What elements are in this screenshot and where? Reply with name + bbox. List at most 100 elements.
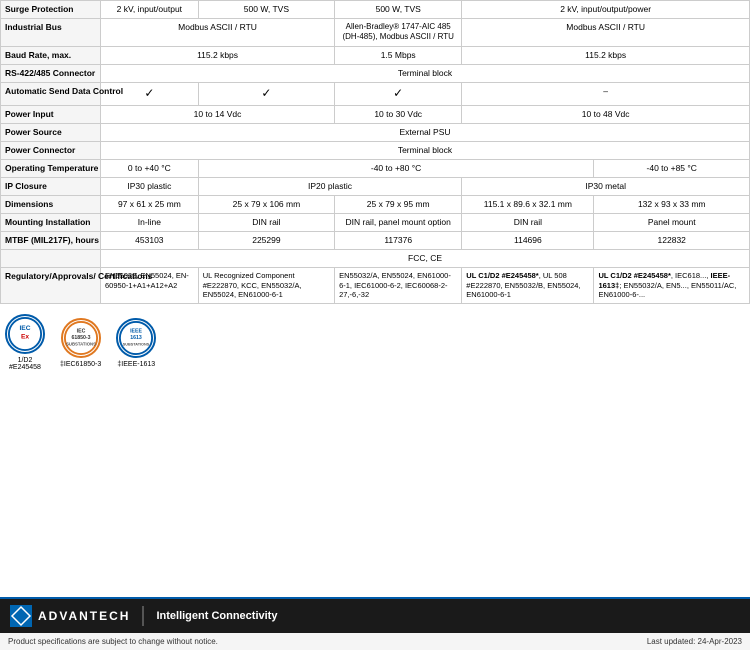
spec-table: Surge Protection 2 kV, input/output 500 … (0, 0, 750, 304)
row-label: Regulatory/Approvals/ Certifications (1, 267, 101, 303)
row-label (1, 249, 101, 267)
cell-value: 114696 (462, 231, 594, 249)
cell-value: DIN rail, panel mount option (335, 213, 462, 231)
cell-value: 10 to 48 Vdc (462, 105, 750, 123)
svg-text:IEC: IEC (19, 325, 30, 332)
row-label: Industrial Bus (1, 19, 101, 47)
table-row: Automatic Send Data Control ✓ ✓ ✓ – (1, 82, 750, 105)
ieee1613-label: ‡IEEE-1613 (117, 361, 155, 368)
cell-value: In-line (101, 213, 199, 231)
cell-value: 10 to 14 Vdc (101, 105, 335, 123)
cell-value: 225299 (198, 231, 334, 249)
row-label: MTBF (MIL217F), hours (1, 231, 101, 249)
table-row: Regulatory/Approvals/ Certifications EN5… (1, 267, 750, 303)
row-label: Operating Temperature (1, 159, 101, 177)
row-label: Dimensions (1, 195, 101, 213)
cell-value: 500 W, TVS (198, 1, 334, 19)
cell-value: External PSU (101, 123, 750, 141)
footer-updated: Last updated: 24-Apr-2023 (647, 637, 742, 646)
cell-value: Terminal block (101, 64, 750, 82)
cell-value: 453103 (101, 231, 199, 249)
logo-iecex: IEC Ex 1/D2#E245458 (5, 314, 45, 371)
cell-value: DIN rail (198, 213, 334, 231)
cell-value: 0 to +40 °C (101, 159, 199, 177)
table-row: FCC, CE (1, 249, 750, 267)
table-row: RS-422/485 Connector Terminal block (1, 64, 750, 82)
cell-value: EN55032/A, EN55024, EN61000-6-1, IEC6100… (335, 267, 462, 303)
table-row: Power Input 10 to 14 Vdc 10 to 30 Vdc 10… (1, 105, 750, 123)
svg-text:Ex: Ex (21, 334, 29, 341)
table-row: Dimensions 97 x 61 x 25 mm 25 x 79 x 106… (1, 195, 750, 213)
ieee1613-logo-circle: IEEE 1613 SUBSTATIONS (116, 318, 156, 358)
logos-section: IEC Ex 1/D2#E245458 IEC 61850-3 SUBSTATI… (0, 304, 750, 381)
cell-value: 97 x 61 x 25 mm (101, 195, 199, 213)
table-row: Power Source External PSU (1, 123, 750, 141)
cell-value: UL C1/D2 #E245458*, UL 508 #E222870, EN5… (462, 267, 594, 303)
cell-value: 115.1 x 89.6 x 32.1 mm (462, 195, 594, 213)
cell-value: Modbus ASCII / RTU (462, 19, 750, 47)
logo-iec61850: IEC 61850-3 SUBSTATIONS ‡IEC61850-3 (60, 318, 101, 368)
cell-value: UL Recognized Component #E222870, KCC, E… (198, 267, 334, 303)
table-row: IP Closure IP30 plastic IP20 plastic IP3… (1, 177, 750, 195)
row-label: Power Input (1, 105, 101, 123)
cell-value: 117376 (335, 231, 462, 249)
cell-value: -40 to +80 °C (198, 159, 594, 177)
main-content: Surge Protection 2 kV, input/output 500 … (0, 0, 750, 381)
cell-value: -40 to +85 °C (594, 159, 750, 177)
cell-value: IP20 plastic (198, 177, 462, 195)
advantech-logo: ADVANTECH (10, 605, 130, 627)
cell-value: 25 x 79 x 106 mm (198, 195, 334, 213)
row-label: Power Connector (1, 141, 101, 159)
iecex-label: 1/D2#E245458 (9, 357, 41, 371)
cell-value: Terminal block (101, 141, 750, 159)
svg-text:61850-3: 61850-3 (71, 335, 90, 341)
table-row: Operating Temperature 0 to +40 °C -40 to… (1, 159, 750, 177)
cell-value: ✓ (198, 82, 334, 105)
row-label: Mounting Installation (1, 213, 101, 231)
spec-table-container: Surge Protection 2 kV, input/output 500 … (0, 0, 750, 304)
cell-value: 2 kV, input/output (101, 1, 199, 19)
table-row: Surge Protection 2 kV, input/output 500 … (1, 1, 750, 19)
cell-value: – (462, 82, 750, 105)
iec61850-label: ‡IEC61850-3 (60, 361, 101, 368)
brand-name: ADVANTECH (38, 609, 130, 623)
logo-ieee1613: IEEE 1613 SUBSTATIONS ‡IEEE-1613 (116, 318, 156, 368)
svg-text:IEC: IEC (76, 328, 85, 334)
table-row: Baud Rate, max. 115.2 kbps 1.5 Mbps 115.… (1, 46, 750, 64)
footer-disclaimer: Product specifications are subject to ch… (8, 637, 218, 646)
footer-tagline: Intelligent Connectivity (156, 610, 277, 622)
cell-value: 2 kV, input/output/power (462, 1, 750, 19)
cell-value: UL C1/D2 #E245458*, IEC618..., IEEE-1613… (594, 267, 750, 303)
cell-value: IP30 plastic (101, 177, 199, 195)
table-row: Mounting Installation In-line DIN rail D… (1, 213, 750, 231)
cell-value: 115.2 kbps (462, 46, 750, 64)
footer-divider (142, 606, 144, 626)
footer-sub: Product specifications are subject to ch… (0, 633, 750, 650)
row-label: Surge Protection (1, 1, 101, 19)
cell-value: Panel mount (594, 213, 750, 231)
cell-value: 10 to 30 Vdc (335, 105, 462, 123)
table-row: MTBF (MIL217F), hours 453103 225299 1173… (1, 231, 750, 249)
iec61850-logo-circle: IEC 61850-3 SUBSTATIONS (61, 318, 101, 358)
cell-value: 25 x 79 x 95 mm (335, 195, 462, 213)
row-label: Power Source (1, 123, 101, 141)
table-row: Power Connector Terminal block (1, 141, 750, 159)
cell-value: 1.5 Mbps (335, 46, 462, 64)
cell-value: IP30 metal (462, 177, 750, 195)
row-label: IP Closure (1, 177, 101, 195)
row-label: RS-422/485 Connector (1, 64, 101, 82)
cell-value: 122832 (594, 231, 750, 249)
footer: ADVANTECH Intelligent Connectivity Produ… (0, 597, 750, 650)
row-label: Baud Rate, max. (1, 46, 101, 64)
footer-main: ADVANTECH Intelligent Connectivity (0, 599, 750, 633)
table-row: Industrial Bus Modbus ASCII / RTU Allen-… (1, 19, 750, 47)
iecex-logo-circle: IEC Ex (5, 314, 45, 354)
cell-value: EN55032, EN55024, EN-60950-1+A1+A12+A2 (101, 267, 199, 303)
svg-text:SUBSTATIONS: SUBSTATIONS (66, 341, 96, 346)
svg-text:SUBSTATIONS: SUBSTATIONS (123, 342, 150, 346)
row-label: Automatic Send Data Control (1, 82, 101, 105)
cell-value: 500 W, TVS (335, 1, 462, 19)
cell-value: Modbus ASCII / RTU (101, 19, 335, 47)
svg-text:1613: 1613 (130, 335, 142, 341)
cell-value: DIN rail (462, 213, 594, 231)
